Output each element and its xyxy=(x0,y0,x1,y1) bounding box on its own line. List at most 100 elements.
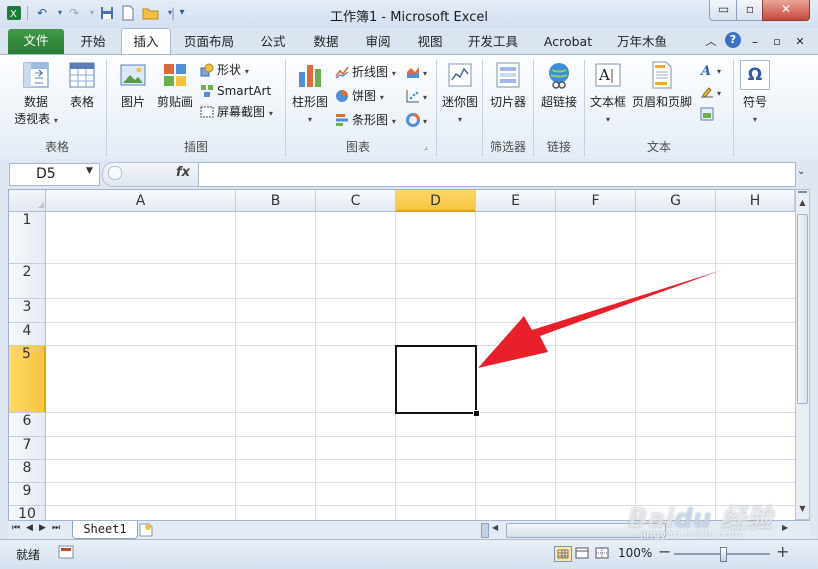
other-charts-button[interactable]: ▾ xyxy=(406,110,427,130)
column-header-d[interactable]: D xyxy=(396,190,476,212)
scroll-left-icon[interactable]: ◀ xyxy=(492,523,498,532)
restore-icon: ▫ xyxy=(745,2,755,16)
omega-icon: Ω xyxy=(740,60,770,90)
tab-insert[interactable]: 插入 xyxy=(121,28,171,55)
macro-record-icon[interactable] xyxy=(58,545,74,562)
column-chart-button[interactable]: 柱形图 ▾ xyxy=(290,60,330,128)
gridline-horizontal xyxy=(46,298,795,299)
column-header-f[interactable]: F xyxy=(556,190,636,212)
object-icon xyxy=(700,107,714,121)
picture-icon xyxy=(118,60,148,90)
dialog-launcher-icon[interactable]: ⌟ xyxy=(424,142,428,151)
header-footer-label: 页眉和页脚 xyxy=(631,95,692,109)
normal-view-icon[interactable] xyxy=(554,546,572,562)
smartart-button[interactable]: SmartArt xyxy=(200,81,271,101)
tab-custom[interactable]: 万年木鱼 xyxy=(612,31,672,54)
tab-review[interactable]: 审阅 xyxy=(358,31,398,54)
doc-close-icon[interactable]: ✕ xyxy=(792,31,808,54)
last-sheet-icon[interactable]: ⏭ xyxy=(52,523,60,533)
tab-home[interactable]: 开始 xyxy=(72,31,114,54)
shapes-button[interactable]: 形状 ▾ xyxy=(200,60,249,80)
worksheet-grid[interactable]: ABCDEFGH 1 2 3 4 5 6 7 8 9 10 xyxy=(8,189,796,522)
zoom-slider-thumb[interactable] xyxy=(720,547,727,562)
maximize-button[interactable]: ▫ xyxy=(736,0,764,21)
column-header-b[interactable]: B xyxy=(236,190,316,212)
table-button[interactable]: 表格 xyxy=(64,60,100,111)
group-separator xyxy=(533,60,534,156)
minimize-button[interactable]: ▭ xyxy=(709,0,738,21)
bar-chart-button[interactable]: 条形图 ▾ xyxy=(335,110,396,130)
signature-icon xyxy=(700,85,714,99)
ribbon-collapse-icon[interactable]: ︿ xyxy=(704,31,718,54)
next-sheet-icon[interactable]: ▶ xyxy=(39,523,46,533)
group-label-sparklines xyxy=(438,138,482,154)
tab-view[interactable]: 视图 xyxy=(410,31,450,54)
tab-file[interactable]: 文件 xyxy=(8,29,64,54)
doughnut-chart-icon xyxy=(406,113,420,127)
header-footer-button[interactable]: 页眉和页脚 xyxy=(630,60,694,111)
textbox-label: 文本框 xyxy=(589,95,626,109)
close-button[interactable]: ✕ xyxy=(762,0,810,21)
scroll-up-icon[interactable]: ▲ xyxy=(796,198,809,212)
expand-formula-bar-icon[interactable]: ⌄ xyxy=(797,166,805,177)
hyperlink-button[interactable]: 超链接 xyxy=(537,60,581,111)
sparkline-button[interactable]: 迷你图 ▾ xyxy=(440,60,480,128)
row-header-5[interactable]: 5 xyxy=(9,346,46,413)
scroll-down-icon[interactable]: ▼ xyxy=(796,504,809,518)
pivot-table-button[interactable]: 数据 透视表 ▾ xyxy=(10,60,62,129)
screenshot-button[interactable]: 屏幕截图 ▾ xyxy=(200,102,273,122)
page-layout-view-icon[interactable] xyxy=(574,546,590,560)
scatter-chart-button[interactable]: ▾ xyxy=(406,86,427,106)
doc-minimize-icon[interactable]: – xyxy=(748,31,762,54)
scroll-thumb[interactable] xyxy=(797,214,808,404)
pie-chart-button[interactable]: 饼图 ▾ xyxy=(335,86,384,106)
watermark-url: jingyan.baidu.com xyxy=(640,528,742,541)
line-chart-icon xyxy=(335,65,349,79)
scatter-chart-icon xyxy=(406,89,420,103)
textbox-button[interactable]: A 文本框 ▾ xyxy=(588,60,628,128)
doc-restore-icon[interactable]: ▫ xyxy=(770,31,784,54)
selected-cell[interactable] xyxy=(395,345,477,414)
object-button[interactable] xyxy=(700,104,717,124)
signature-line-button[interactable]: ▾ xyxy=(700,82,721,102)
dropdown-arrow-icon: ▾ xyxy=(244,67,249,76)
shapes-icon xyxy=(200,63,214,77)
slicer-button[interactable]: 切片器 xyxy=(486,60,530,111)
wordart-button[interactable]: A ▾ xyxy=(699,60,721,80)
gridline-vertical xyxy=(635,212,636,521)
tab-developer[interactable]: 开发工具 xyxy=(462,31,524,54)
tab-formulas[interactable]: 公式 xyxy=(253,31,293,54)
zoom-level[interactable]: 100% xyxy=(618,546,652,560)
page-break-view-icon[interactable] xyxy=(594,546,610,560)
column-header-a[interactable]: A xyxy=(46,190,236,212)
zoom-out-icon[interactable]: − xyxy=(658,542,671,561)
sheet-tab-sheet1[interactable]: Sheet1 xyxy=(72,521,138,539)
column-header-g[interactable]: G xyxy=(636,190,716,212)
vertical-scrollbar[interactable]: ▲ ▼ xyxy=(795,189,810,520)
group-separator xyxy=(482,60,483,156)
name-box-dropdown-icon[interactable]: ▼ xyxy=(86,166,93,176)
tab-split-handle[interactable] xyxy=(481,523,489,538)
clipart-button[interactable]: 剪贴画 xyxy=(154,60,196,111)
area-chart-button[interactable]: ▾ xyxy=(406,62,427,82)
first-sheet-icon[interactable]: ⏮ xyxy=(12,523,20,533)
symbol-button[interactable]: Ω 符号 ▾ xyxy=(737,60,773,128)
insert-sheet-icon[interactable] xyxy=(138,522,154,537)
formula-splitter-icon[interactable] xyxy=(108,166,122,180)
picture-button[interactable]: 图片 xyxy=(113,60,153,111)
scroll-right-icon[interactable]: ▶ xyxy=(782,523,788,532)
insert-function-button[interactable]: fx xyxy=(176,165,190,180)
prev-sheet-icon[interactable]: ◀ xyxy=(26,523,33,533)
tab-acrobat[interactable]: Acrobat xyxy=(538,31,598,54)
column-header-c[interactable]: C xyxy=(316,190,396,212)
fill-handle[interactable] xyxy=(473,410,480,417)
formula-input[interactable] xyxy=(198,162,796,187)
line-chart-button[interactable]: 折线图 ▾ xyxy=(335,62,396,82)
help-icon[interactable]: ? xyxy=(725,32,741,48)
tab-data[interactable]: 数据 xyxy=(306,31,346,54)
column-header-h[interactable]: H xyxy=(716,190,795,212)
split-box[interactable] xyxy=(798,191,807,197)
column-header-e[interactable]: E xyxy=(476,190,556,212)
zoom-in-icon[interactable]: + xyxy=(776,542,789,561)
tab-page-layout[interactable]: 页面布局 xyxy=(179,31,239,54)
